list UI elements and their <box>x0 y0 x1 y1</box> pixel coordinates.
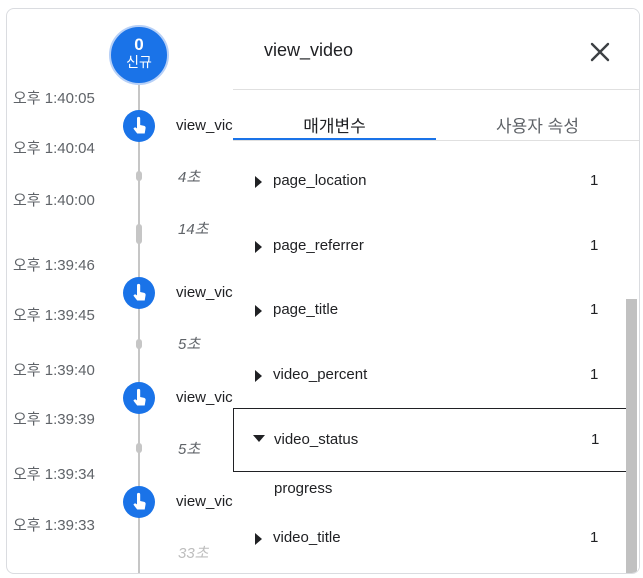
tab-parameters[interactable]: 매개변수 <box>233 112 436 137</box>
caret-down-icon <box>253 435 265 442</box>
param-count: 1 <box>590 172 599 189</box>
timeline-gap-marker <box>136 443 142 453</box>
duration-label: 4초 <box>178 169 201 186</box>
new-events-badge[interactable]: 0 신규 <box>109 25 169 85</box>
param-row-video-title[interactable]: video_title 1 <box>233 518 627 558</box>
timestamp: 오후 1:40:00 <box>13 192 95 209</box>
touch-icon[interactable] <box>123 110 155 142</box>
param-row-page-title[interactable]: page_title 1 <box>233 290 627 330</box>
param-count: 1 <box>590 529 599 546</box>
timestamp: 오후 1:39:45 <box>13 307 95 324</box>
close-icon[interactable] <box>585 37 615 67</box>
param-count: 1 <box>590 301 599 318</box>
caret-right-icon <box>255 305 262 317</box>
param-row-page-location[interactable]: page_location 1 <box>233 161 627 201</box>
event-name[interactable]: view_vic <box>176 493 233 510</box>
param-name: video_title <box>273 529 341 546</box>
duration-label: 33초 <box>178 545 209 562</box>
caret-right-icon <box>255 241 262 253</box>
param-count: 1 <box>590 366 599 383</box>
param-name: page_title <box>273 301 339 318</box>
duration-label: 5초 <box>178 336 201 353</box>
touch-icon[interactable] <box>123 382 155 414</box>
param-row-video-percent[interactable]: video_percent 1 <box>233 355 627 395</box>
event-stream-card: 0 신규 오후 1:40:05 오후 1:40:04 오후 1:40:00 오후… <box>6 8 640 574</box>
event-detail-panel: view_video 매개변수 사용자 속성 page_location 1 p… <box>233 9 639 573</box>
duration-label: 14초 <box>178 221 209 238</box>
param-name: video_status <box>274 431 359 448</box>
panel-title: view_video <box>264 40 354 60</box>
timestamp: 오후 1:40:05 <box>13 90 95 107</box>
close-button[interactable] <box>585 37 615 67</box>
duration-label: 5초 <box>178 441 201 458</box>
badge-count: 0 <box>134 35 144 54</box>
timestamp: 오후 1:39:40 <box>13 362 95 379</box>
timeline-gap-marker <box>136 339 142 349</box>
timestamp: 오후 1:40:04 <box>13 140 95 157</box>
timestamp: 오후 1:39:46 <box>13 257 95 274</box>
param-row-video-status[interactable]: video_status 1 <box>233 408 627 472</box>
badge-label: 신규 <box>126 54 152 70</box>
caret-right-icon <box>255 533 262 545</box>
timeline-gap-marker <box>136 171 142 181</box>
caret-right-icon <box>255 176 262 188</box>
timestamp: 오후 1:39:33 <box>13 517 95 534</box>
touch-icon[interactable] <box>123 277 155 309</box>
timeline-gap-marker <box>136 224 142 244</box>
tab-user-properties[interactable]: 사용자 속성 <box>436 112 639 137</box>
param-count: 1 <box>590 237 599 254</box>
param-value: progress <box>274 480 333 497</box>
event-name[interactable]: view_vic <box>176 389 233 406</box>
param-count: 1 <box>591 431 600 448</box>
touch-icon[interactable] <box>123 486 155 518</box>
timestamp: 오후 1:39:34 <box>13 466 95 483</box>
caret-right-icon <box>255 370 262 382</box>
event-name[interactable]: view_vic <box>176 117 233 134</box>
param-name: video_percent <box>273 366 368 383</box>
tabs-divider <box>233 140 639 141</box>
param-name: page_referrer <box>273 237 364 254</box>
event-name[interactable]: view_vic <box>176 284 233 301</box>
timestamp: 오후 1:39:39 <box>13 411 95 428</box>
header-divider <box>233 89 639 90</box>
param-row-page-referrer[interactable]: page_referrer 1 <box>233 226 627 266</box>
scrollbar-thumb[interactable] <box>626 299 637 573</box>
param-name: page_location <box>273 172 367 189</box>
